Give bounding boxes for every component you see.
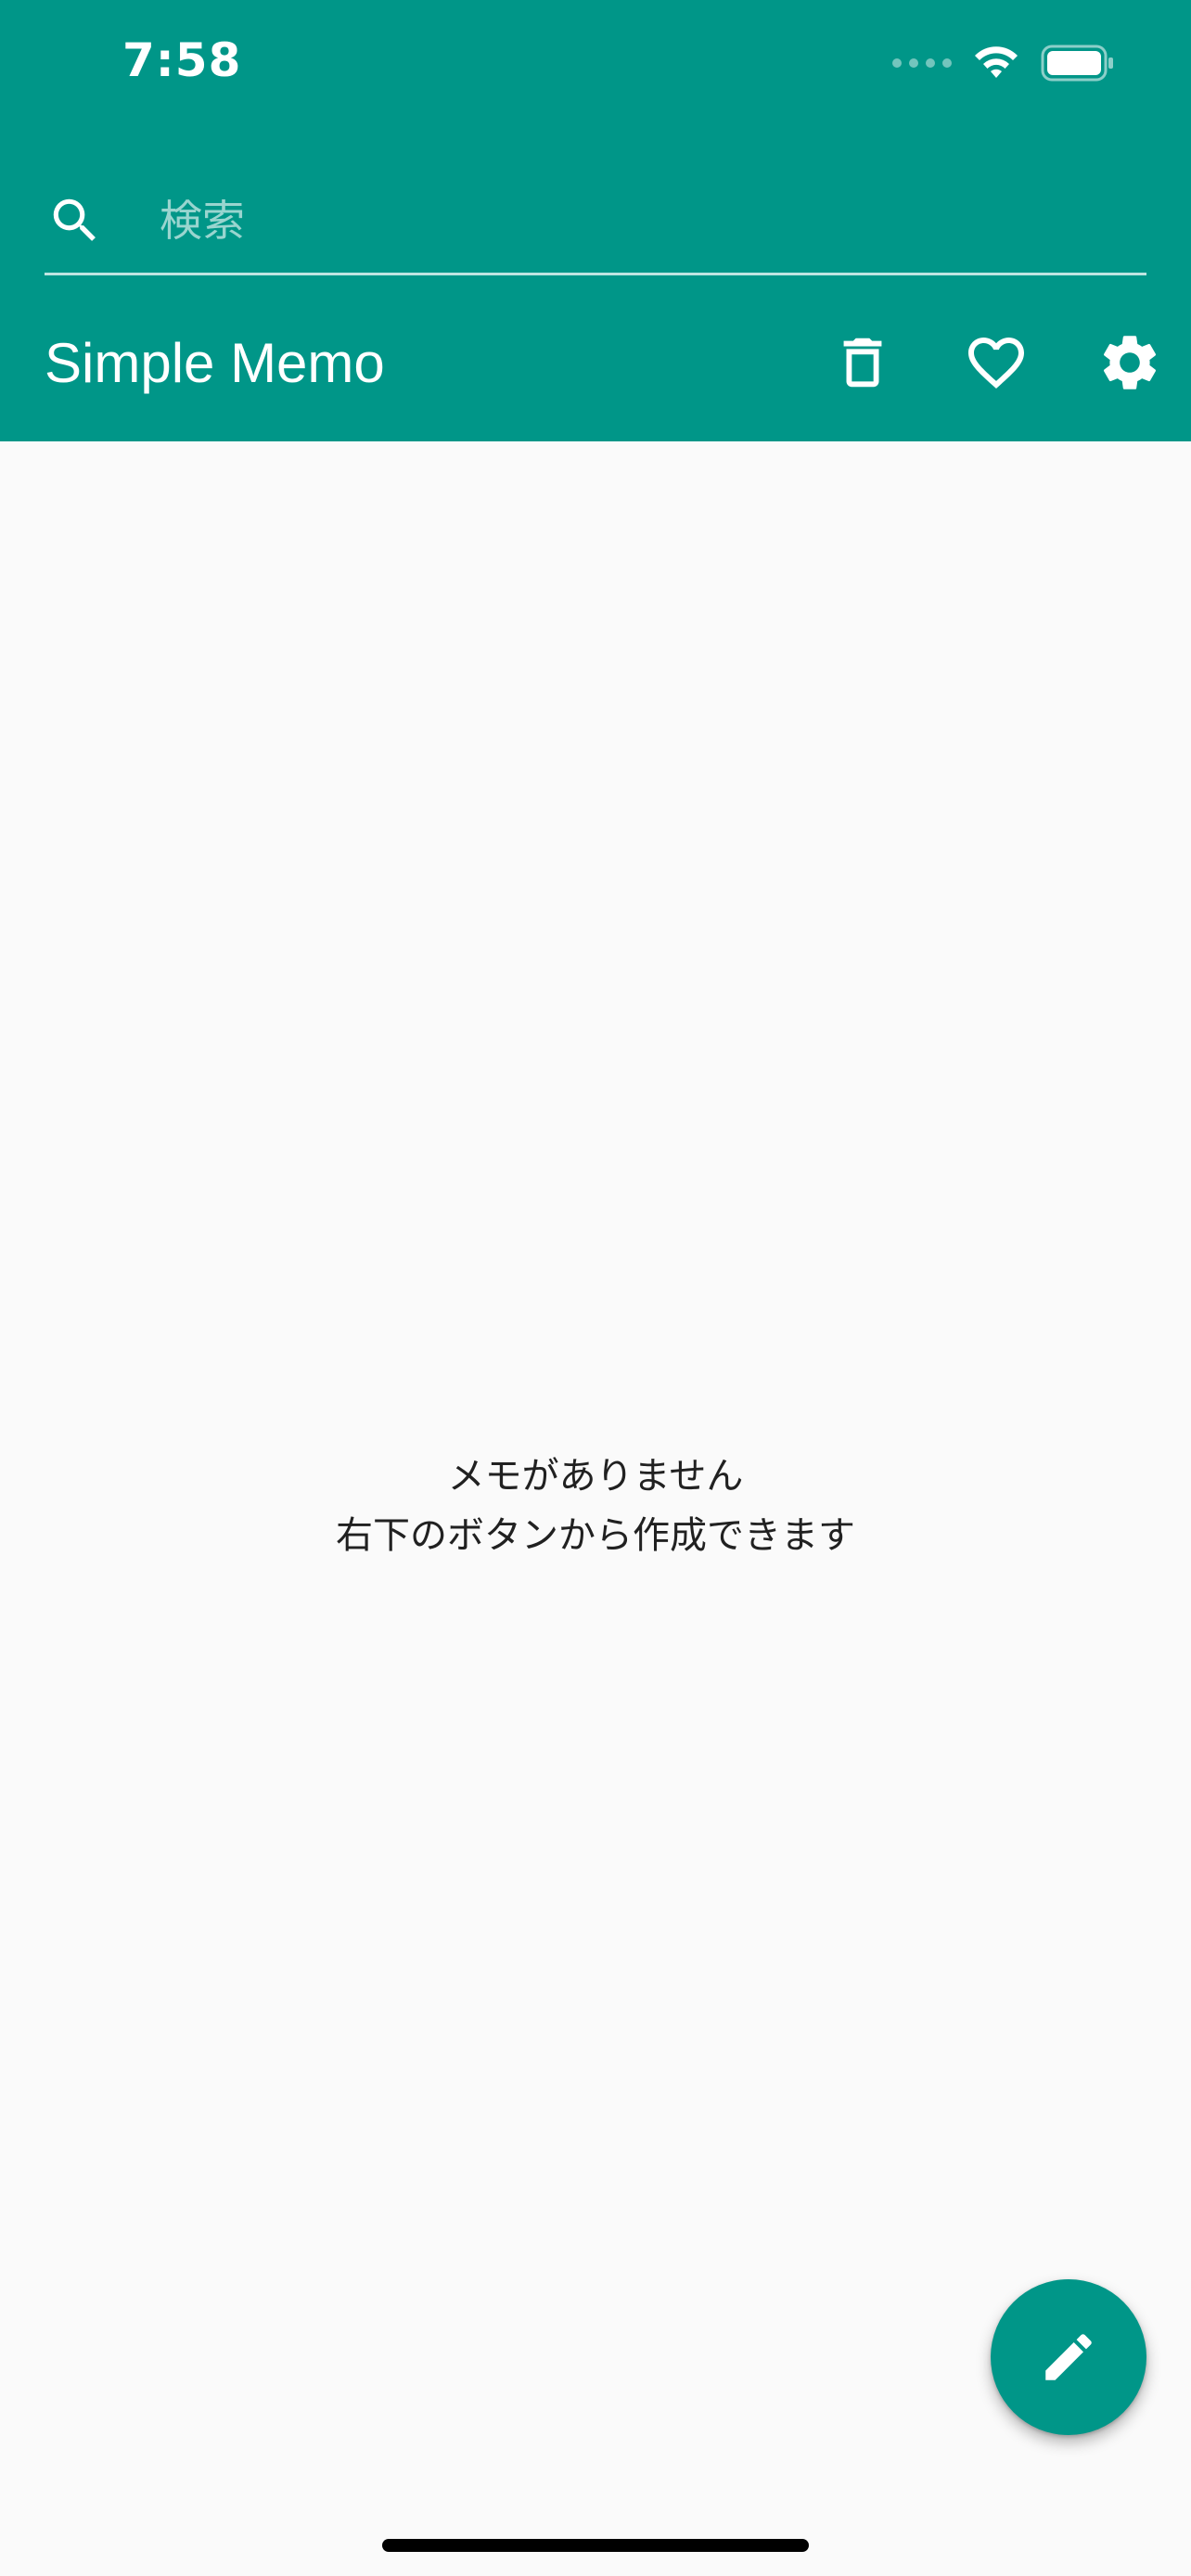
settings-button[interactable] (1091, 324, 1169, 402)
trash-icon (843, 338, 882, 388)
empty-state: メモがありません 右下のボタンから作成できます (0, 1447, 1191, 1565)
search-underline (45, 273, 1146, 275)
app-bar-actions (824, 324, 1169, 402)
gear-icon (1103, 336, 1157, 389)
search-bar (45, 167, 1146, 274)
cellular-signal-icon (892, 58, 952, 68)
search-input[interactable] (158, 195, 1146, 247)
search-icon[interactable] (45, 190, 106, 251)
empty-state-hint: 右下のボタンから作成できます (336, 1514, 855, 1557)
wifi-icon (975, 46, 1018, 78)
app-screen: 7:58 検索 Simple Memo メモがありません 右下のボタンから作成で… (0, 0, 1191, 2576)
delete-button[interactable] (824, 324, 902, 402)
favorite-button[interactable] (957, 324, 1035, 402)
empty-state-title: メモがありません (447, 1455, 744, 1498)
create-memo-button[interactable] (991, 2279, 1146, 2435)
pencil-icon (1045, 2334, 1092, 2380)
home-indicator[interactable] (382, 2539, 809, 2552)
app-title: Simple Memo (45, 331, 385, 394)
app-bar: Simple Memo (45, 312, 1169, 414)
heart-icon (968, 338, 1024, 389)
battery-icon (1041, 45, 1113, 82)
app-header: 7:58 検索 Simple Memo (0, 0, 1191, 441)
status-icons (892, 45, 1115, 82)
status-time: 7:58 (122, 33, 242, 87)
